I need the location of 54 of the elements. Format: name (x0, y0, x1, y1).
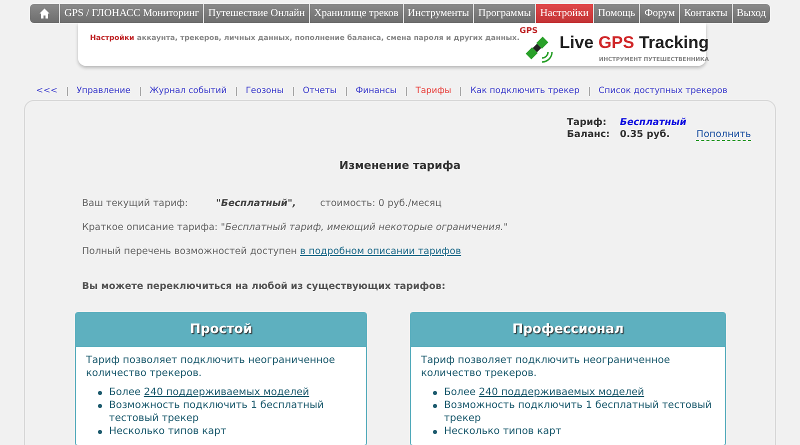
models-link[interactable]: 240 поддерживаемых моделей (478, 387, 644, 398)
section-link[interactable]: Список доступных трекеров (588, 86, 737, 96)
section-link[interactable]: Отчеты (292, 86, 346, 96)
section-link[interactable]: Как подключить трекер (460, 86, 589, 96)
details-text: Полный перечень возможностей доступен в подробном описании тарифов (82, 246, 462, 257)
current-tariff-name: "Бесплатный", (216, 198, 296, 209)
plan-feature: Возможность подключить 1 бесплатный тестовый трекер (109, 399, 325, 425)
tariff-label: Тариф: (566, 117, 608, 129)
tariff-details-link[interactable]: в подробном описании тарифов (300, 246, 462, 257)
balance-label: Баланс: (566, 129, 610, 141)
nav-tab[interactable]: Контакты (680, 4, 733, 23)
plan-feature: Несколько типов карт (109, 425, 226, 438)
nav-tab[interactable]: GPS / ГЛОНАСС Мониторинг (60, 4, 204, 23)
nav-tab[interactable]: Программы (474, 4, 536, 23)
bullet-icon (433, 430, 437, 434)
balance-value: 0.35 руб. (620, 129, 671, 141)
nav-tab[interactable]: Хранилище треков (310, 4, 404, 23)
bullet-icon (433, 391, 437, 395)
models-link[interactable]: 240 поддерживаемых моделей (144, 387, 310, 398)
bullet-icon (98, 391, 102, 395)
tariff-description: Краткое описание тарифа: "Бесплатный тариф, имеющий некоторые ограничения." (82, 222, 509, 233)
section-link[interactable]: Журнал событий (140, 86, 236, 96)
nav-tab[interactable]: Путешествие Онлайн (204, 4, 310, 23)
plan-feature: Возможность подключить 1 бесплатный тестовый трекер (444, 399, 713, 425)
section-link[interactable]: Финансы (346, 86, 406, 96)
page-heading: Изменение тарифа (339, 159, 461, 172)
home-button[interactable] (30, 4, 60, 23)
nav-tab[interactable]: Помощь (594, 4, 640, 23)
nav-tab[interactable]: Инструменты (404, 4, 474, 23)
plan-title: Простой (76, 313, 366, 347)
section-link[interactable]: Геозоны (236, 86, 293, 96)
bullet-icon (98, 430, 102, 434)
switch-prompt: Вы можете переключиться на любой из существующих тарифов: (82, 281, 446, 292)
plan-intro: Тариф позволяет подключить неограниченное количество трекеров. (421, 354, 672, 380)
top-up-link[interactable]: Пополнить (696, 129, 751, 141)
nav-tab[interactable]: Настройки (536, 4, 594, 23)
section-link[interactable]: Управление (66, 86, 140, 96)
bullet-icon (433, 404, 437, 408)
bullet-icon (98, 404, 102, 408)
nav-tab[interactable]: Форум (640, 4, 680, 23)
plan-feature: Более 240 поддерживаемых моделей (109, 386, 310, 399)
logo-title: Live GPS Tracking (560, 33, 709, 53)
home-icon (39, 8, 50, 19)
logo-gps-label: GPS (520, 26, 538, 35)
tariff-value: Бесплатный (620, 117, 686, 129)
section-link[interactable]: Тарифы (406, 86, 460, 96)
plan-feature: Более 240 поддерживаемых моделей (444, 386, 644, 399)
plan-intro: Тариф позволяет подключить неограниченное количество трекеров. (86, 354, 336, 380)
nav-tab[interactable]: Выход (732, 4, 770, 23)
plan-feature: Несколько типов карт (444, 425, 562, 438)
plan-title: Профессионал (411, 313, 725, 347)
section-link[interactable]: <<< (36, 86, 67, 96)
tariff-cost: стоимость: 0 руб./месяц (320, 198, 442, 209)
current-tariff-label: Ваш текущий тариф: (82, 198, 188, 209)
